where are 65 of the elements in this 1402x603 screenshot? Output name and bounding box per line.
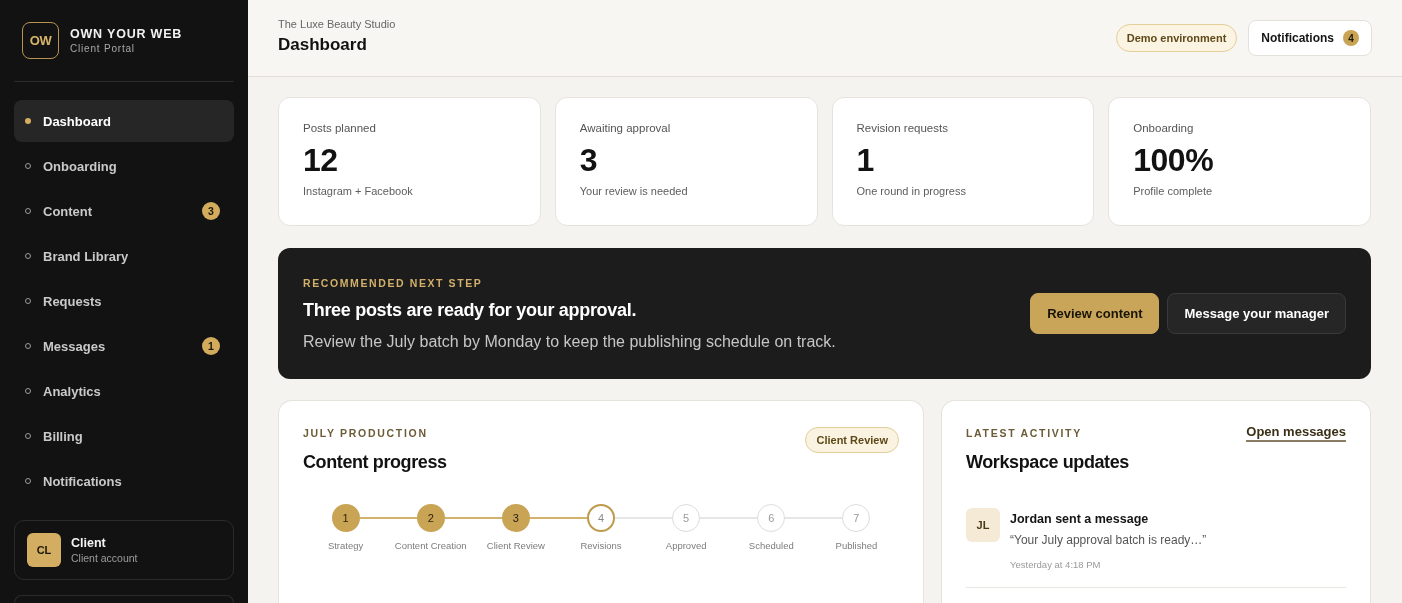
count-badge: 3 bbox=[202, 202, 220, 220]
step-label: Scheduled bbox=[748, 540, 794, 551]
nav-item[interactable]: Requests bbox=[14, 280, 234, 322]
nav-item[interactable]: Messages 1 bbox=[14, 325, 234, 367]
user-name: Client bbox=[71, 536, 107, 550]
logo: OW bbox=[22, 22, 59, 59]
stat-label: Onboarding bbox=[1133, 122, 1195, 134]
environment-badge: Demo environment bbox=[1115, 24, 1238, 52]
sender-avatar: JL bbox=[966, 508, 1000, 542]
nav-item[interactable]: Content 3 bbox=[14, 190, 234, 232]
activity-time: Yesterday at 4:18 PM bbox=[1010, 559, 1102, 570]
nav-item[interactable]: Notifications bbox=[14, 460, 234, 502]
count-badge: 1 bbox=[202, 337, 220, 355]
step-circle: 1 bbox=[331, 504, 360, 532]
notification-count: 4 bbox=[1343, 30, 1359, 46]
stat-label: Posts planned bbox=[303, 122, 377, 134]
banner-text: Review the July batch by Monday to keep the publishing schedule on track. bbox=[303, 332, 836, 351]
stat-note: Profile complete bbox=[1133, 185, 1214, 197]
activity-text: “Your July approval batch is ready…” bbox=[1010, 533, 1207, 547]
step-label: Content Creation bbox=[394, 540, 467, 551]
step-circle: 2 bbox=[416, 504, 445, 532]
card-title: Content progress bbox=[303, 452, 447, 473]
stat-label: Awaiting approval bbox=[579, 122, 672, 134]
status-badge: Client Review bbox=[805, 427, 899, 453]
stat-note: One round in progress bbox=[856, 185, 967, 197]
user-role: Client account bbox=[71, 552, 138, 564]
card-title: Workspace updates bbox=[966, 452, 1129, 473]
user-card[interactable]: CL Client Client account bbox=[14, 520, 234, 580]
step-circle: 3 bbox=[501, 504, 530, 532]
stat-label: Revision requests bbox=[856, 122, 949, 134]
user-avatar: CL bbox=[27, 533, 61, 567]
banner-eyebrow: RECOMMENDED NEXT STEP bbox=[303, 276, 484, 289]
card-eyebrow: LATEST ACTIVITY bbox=[966, 427, 1083, 439]
stat-note: Instagram + Facebook bbox=[303, 185, 414, 197]
card-eyebrow: JULY PRODUCTION bbox=[303, 427, 429, 439]
step-circle: 4 bbox=[587, 504, 615, 532]
nav-item[interactable]: Billing bbox=[14, 415, 234, 457]
brand-name: OWN YOUR WEB bbox=[70, 27, 183, 41]
nav-item[interactable]: Onboarding bbox=[14, 145, 234, 187]
stat-value: 12 bbox=[303, 141, 339, 179]
brand-tagline: Client Portal bbox=[70, 43, 136, 54]
activity-title: Jordan sent a message bbox=[1010, 512, 1150, 526]
step-label: Client Review bbox=[486, 540, 545, 551]
review-button[interactable]: Review content bbox=[1030, 293, 1160, 334]
step-label: Published bbox=[835, 540, 878, 551]
messages-link[interactable]: Open messages bbox=[1246, 424, 1346, 442]
step-label: Revisions bbox=[580, 540, 622, 551]
studio-name: The Luxe Beauty Studio bbox=[278, 17, 396, 30]
stat-value: 100% bbox=[1133, 141, 1215, 179]
stat-value: 3 bbox=[579, 141, 599, 179]
message-button[interactable]: Message your manager bbox=[1167, 293, 1346, 334]
step-circle: 7 bbox=[842, 504, 871, 532]
page-title: Dashboard bbox=[278, 34, 368, 55]
banner-title: Three posts are ready for your approval. bbox=[303, 299, 638, 321]
nav-item[interactable]: Brand Library bbox=[14, 235, 234, 277]
nav-item[interactable]: Analytics bbox=[14, 370, 234, 412]
step-circle: 6 bbox=[757, 504, 786, 532]
step-label: Approved bbox=[665, 540, 707, 551]
step-circle: 5 bbox=[672, 504, 701, 532]
nav-item[interactable]: Dashboard bbox=[14, 100, 234, 142]
stat-value: 1 bbox=[856, 141, 875, 179]
stat-note: Your review is needed bbox=[579, 185, 689, 197]
dot-icon bbox=[25, 118, 31, 124]
step-label: Strategy bbox=[327, 540, 364, 551]
notifications-button[interactable]: Notifications 4 bbox=[1248, 20, 1372, 56]
